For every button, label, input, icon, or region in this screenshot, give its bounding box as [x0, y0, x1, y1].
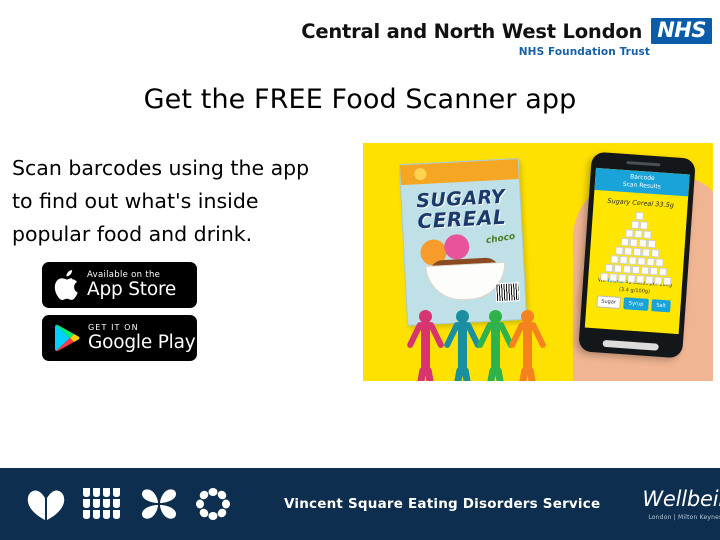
barcode-icon: [495, 282, 521, 303]
body-line-3: popular food and drink.: [12, 222, 253, 247]
figure-arm-left: [476, 321, 494, 349]
sugar-cube: [623, 247, 633, 256]
plasticine-figure: [508, 310, 547, 381]
sugar-cube: [641, 248, 651, 257]
sugar-cube-pyramid: [593, 209, 683, 286]
app-store-name: App Store: [87, 279, 177, 300]
wellbeing-tagline: Wellbeing for life: [642, 487, 720, 511]
app-store-badge[interactable]: Available on the App Store: [42, 262, 197, 308]
sugar-cube: [647, 239, 656, 249]
sugar-cube: [614, 246, 624, 256]
apple-logo-icon: [54, 270, 78, 300]
figure-leg-right: [461, 366, 472, 381]
phone-home-button: [602, 339, 659, 351]
sugar-cube: [638, 239, 647, 248]
cereal-flavour-label: choco: [484, 231, 516, 247]
cereal-mascot-pink-icon: [443, 233, 470, 260]
food-scanner-photo: SUGARY CEREAL choco Barcode Scan Results…: [363, 143, 713, 381]
sugar-cube: [627, 256, 637, 265]
cnwl-heart-petal-icon: [27, 490, 65, 520]
google-play-caption: GET IT ON: [88, 322, 139, 332]
sugar-cube: [604, 263, 614, 273]
sugar-cube: [630, 220, 639, 230]
sugar-cube: [635, 211, 644, 221]
smartphone: Barcode Scan Results Sugary Cereal 33.5g…: [578, 151, 696, 359]
figure-arm-right: [529, 321, 547, 349]
sugar-cube: [617, 273, 627, 283]
sugar-cube: [644, 275, 654, 285]
sugar-cube: [654, 258, 664, 267]
sugar-cube: [599, 272, 609, 282]
cereal-bowl: [425, 261, 507, 302]
sugar-cube: [662, 276, 672, 286]
page-title: Get the FREE Food Scanner app: [143, 84, 577, 115]
service-name: Vincent Square Eating Disorders Service: [284, 496, 601, 512]
figure-leg-right: [424, 366, 435, 381]
app-nutrient-tabs: Sugar Syrup Salt: [586, 295, 681, 314]
sugar-cube: [620, 237, 629, 247]
app-tab-syrup[interactable]: Syrup: [623, 297, 649, 311]
cereal-word-cereal: CEREAL: [416, 204, 507, 234]
body-line-1: Scan barcodes using the app: [12, 156, 310, 180]
sugar-cube: [650, 248, 660, 258]
app-tab-sugar[interactable]: Sugar: [595, 295, 622, 309]
body-line-2: to find out what's inside: [12, 189, 259, 214]
sugar-cube: [658, 267, 668, 277]
google-play-logo-icon: [55, 324, 80, 352]
sugar-cube: [653, 276, 663, 285]
cnwl-four-petal-icon: [142, 489, 176, 519]
sugar-cube: [635, 274, 645, 284]
body-text: Scan barcodes using the app to find out …: [12, 152, 352, 252]
sugar-cube: [631, 265, 641, 275]
sugary-cereal-box: SUGARY CEREAL choco: [398, 157, 528, 327]
nhs-trust-logo: Central and North West London NHS NHS Fo…: [301, 18, 712, 58]
google-play-text: GET IT ON Google Play: [88, 322, 196, 353]
sugar-cube: [629, 238, 638, 247]
app-store-text: Available on the App Store: [87, 269, 177, 300]
sugar-cube: [608, 273, 618, 282]
sugar-cube: [640, 266, 650, 275]
plasticine-figure: [406, 310, 445, 381]
phone-screen: Barcode Scan Results Sugary Cereal 33.5g…: [584, 167, 690, 335]
figure-arm-left: [443, 321, 461, 349]
phone-earpiece: [626, 161, 661, 167]
sugar-cube: [625, 229, 634, 238]
sugar-cube: [634, 229, 643, 239]
sugar-cube: [645, 257, 655, 267]
app-header-bar: Barcode Scan Results: [594, 167, 690, 197]
sugar-cube: [649, 266, 659, 276]
wellbeing-locations: London | Milton Keynes | Kent | Surrey |…: [648, 514, 720, 521]
nhs-logo-mark: NHS: [651, 18, 712, 45]
sugar-cube: [613, 264, 623, 273]
figure-leg-right: [494, 366, 505, 381]
sugar-cube: [632, 247, 642, 257]
cnwl-brand-icons: [26, 487, 232, 521]
foundation-trust-label: NHS Foundation Trust: [518, 46, 650, 59]
app-store-badges: Available on the App Store GET IT ON Goo…: [42, 262, 197, 361]
cnwl-petal-grid-icon: [83, 488, 120, 519]
sugar-cube: [626, 274, 636, 283]
sugar-cube: [639, 221, 648, 230]
footer-bar: Vincent Square Eating Disorders Service …: [0, 468, 720, 540]
app-tab-salt[interactable]: Salt: [650, 299, 672, 313]
figure-arm-right: [427, 321, 445, 349]
app-product-name: Sugary Cereal 33.5g: [607, 196, 675, 210]
google-play-badge[interactable]: GET IT ON Google Play: [42, 315, 197, 361]
plasticine-figure: [443, 310, 482, 381]
wellbeing-for-life-logo: Wellbeing for life London | Milton Keyne…: [642, 487, 720, 521]
app-store-caption: Available on the: [87, 269, 161, 280]
plasticine-figure: [476, 310, 515, 381]
sugar-cube: [618, 255, 628, 265]
sugar-cube: [609, 255, 619, 264]
cnwl-petal-ring-icon: [196, 488, 230, 520]
google-play-name: Google Play: [88, 331, 196, 353]
sugar-cube: [643, 230, 652, 239]
figure-arm-left: [508, 321, 526, 349]
sugar-cube: [636, 257, 646, 266]
sugar-cube: [622, 265, 632, 274]
figure-leg-right: [526, 366, 537, 381]
nhs-logo-row: Central and North West London NHS: [301, 18, 712, 45]
trust-name: Central and North West London: [301, 19, 643, 43]
